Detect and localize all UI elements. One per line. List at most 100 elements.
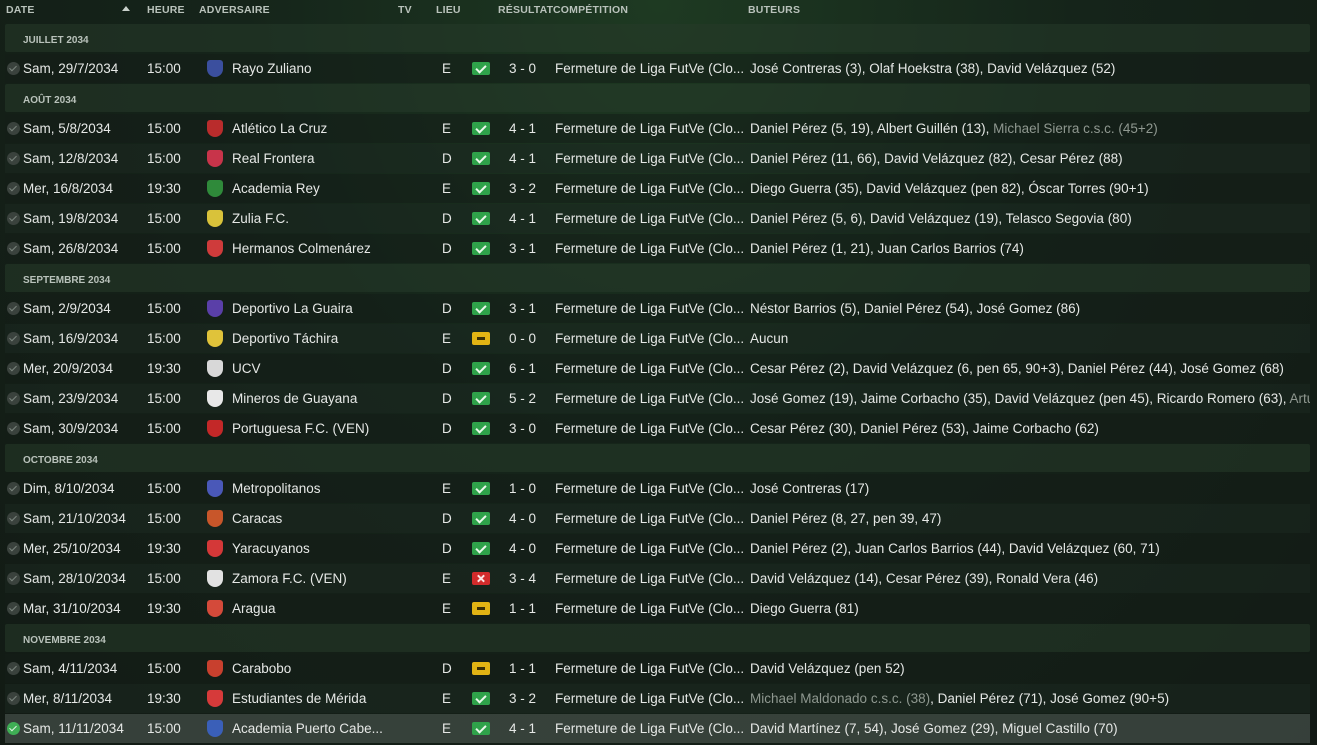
match-score[interactable]: 5 - 2 <box>509 391 536 406</box>
match-time: 15:00 <box>147 331 181 346</box>
match-venue: D <box>442 301 452 316</box>
fixture-row[interactable]: Sam, 2/9/2034 15:00 Deportivo La Guaira D 3 … <box>5 294 1310 323</box>
opponent-name[interactable]: Portuguesa F.C. (VEN) <box>232 421 369 436</box>
fixture-row[interactable]: Sam, 21/10/2034 15:00 Caracas D 4 - 0 Fermetu… <box>5 504 1310 533</box>
competition-name[interactable]: Fermeture de Liga FutVe (Clo... <box>555 151 745 166</box>
competition-name[interactable]: Fermeture de Liga FutVe (Clo... <box>555 331 745 346</box>
fixture-row[interactable]: Mer, 16/8/2034 19:30 Academia Rey E 3 - 2 Fer… <box>5 174 1310 203</box>
scorers-text: José Contreras (17) <box>750 481 870 496</box>
opponent-name[interactable]: Deportivo La Guaira <box>232 301 353 316</box>
opponent-name[interactable]: Rayo Zuliano <box>232 61 312 76</box>
scorers-text: Néstor Barrios (5), Daniel Pérez (54), J… <box>750 301 1081 316</box>
opponent-name[interactable]: Caracas <box>232 511 282 526</box>
fixture-row[interactable]: Sam, 23/9/2034 15:00 Mineros de Guayana D 5 … <box>5 384 1310 413</box>
column-header-opponent[interactable]: ADVERSAIRE <box>199 4 270 16</box>
competition-name[interactable]: Fermeture de Liga FutVe (Clo... <box>555 121 745 136</box>
opponent-name[interactable]: Metropolitanos <box>232 481 321 496</box>
competition-name[interactable]: Fermeture de Liga FutVe (Clo... <box>555 481 745 496</box>
match-score[interactable]: 1 - 1 <box>509 601 536 616</box>
match-score[interactable]: 3 - 0 <box>509 61 536 76</box>
opponent-name[interactable]: UCV <box>232 361 261 376</box>
goal-scorers: David Velázquez (pen 52) <box>750 661 905 676</box>
match-date: Mer, 25/10/2034 <box>23 541 121 556</box>
fixture-row[interactable]: Sam, 29/7/2034 15:00 Rayo Zuliano E 3 - 0 Fer… <box>5 54 1310 83</box>
opponent-name[interactable]: Aragua <box>232 601 276 616</box>
opponent-name[interactable]: Deportivo Táchira <box>232 331 338 346</box>
match-score[interactable]: 3 - 1 <box>509 241 536 256</box>
opponent-name[interactable]: Zamora F.C. (VEN) <box>232 571 347 586</box>
match-score[interactable]: 3 - 2 <box>509 181 536 196</box>
opponent-name[interactable]: Atlético La Cruz <box>232 121 327 136</box>
competition-name[interactable]: Fermeture de Liga FutVe (Clo... <box>555 391 745 406</box>
match-score[interactable]: 6 - 1 <box>509 361 536 376</box>
sort-ascending-icon[interactable] <box>122 6 130 11</box>
goal-scorers: Néstor Barrios (5), Daniel Pérez (54), J… <box>750 301 1080 316</box>
competition-name[interactable]: Fermeture de Liga FutVe (Clo... <box>555 181 745 196</box>
fixture-row[interactable]: Sam, 16/9/2034 15:00 Deportivo Táchira E 0 -… <box>5 324 1310 353</box>
competition-name[interactable]: Fermeture de Liga FutVe (Clo... <box>555 511 745 526</box>
fixture-row[interactable]: Sam, 4/11/2034 15:00 Carabobo D 1 - 1 Fermetu… <box>5 654 1310 683</box>
scorers-text: Cesar Pérez (30), Daniel Pérez (53), Jai… <box>750 421 1099 436</box>
match-score[interactable]: 0 - 0 <box>509 331 536 346</box>
result-win-icon <box>472 212 490 225</box>
match-score[interactable]: 4 - 1 <box>509 211 536 226</box>
competition-name[interactable]: Fermeture de Liga FutVe (Clo... <box>555 301 745 316</box>
column-header-tv[interactable]: TV <box>398 4 412 16</box>
competition-name[interactable]: Fermeture de Liga FutVe (Clo... <box>555 691 745 706</box>
competition-name[interactable]: Fermeture de Liga FutVe (Clo... <box>555 541 745 556</box>
match-score[interactable]: 1 - 0 <box>509 481 536 496</box>
fixture-row[interactable]: Sam, 30/9/2034 15:00 Portuguesa F.C. (VEN)… <box>5 414 1310 443</box>
match-score[interactable]: 3 - 2 <box>509 691 536 706</box>
fixture-row[interactable]: Sam, 11/11/2034 15:00 Academia Puerto Cabe… <box>5 714 1310 743</box>
competition-name[interactable]: Fermeture de Liga FutVe (Clo... <box>555 571 745 586</box>
column-header-competition[interactable]: COMPÉTITION <box>553 4 628 16</box>
column-header-venue[interactable]: LIEU <box>436 4 461 16</box>
match-score[interactable]: 4 - 1 <box>509 121 536 136</box>
opponent-name[interactable]: Academia Puerto Cabe... <box>232 721 383 736</box>
fixture-row[interactable]: Sam, 28/10/2034 15:00 Zamora F.C. (VEN) E 3 … <box>5 564 1310 593</box>
fixture-row[interactable]: Sam, 5/8/2034 15:00 Atlético La Cruz E 4 - 1… <box>5 114 1310 143</box>
match-score[interactable]: 4 - 0 <box>509 511 536 526</box>
match-score[interactable]: 3 - 4 <box>509 571 536 586</box>
match-score[interactable]: 4 - 0 <box>509 541 536 556</box>
goal-scorers: David Martínez (7, 54), José Gomez (29),… <box>750 721 1118 736</box>
column-header-result[interactable]: RÉSULTAT <box>498 4 553 16</box>
match-venue: D <box>442 511 452 526</box>
fixture-row[interactable]: Mer, 25/10/2034 19:30 Yaracuyanos D 4 - 0 Fer… <box>5 534 1310 563</box>
fixture-row[interactable]: Sam, 19/8/2034 15:00 Zulia F.C. D 4 - 1 Ferme… <box>5 204 1310 233</box>
opponent-name[interactable]: Yaracuyanos <box>232 541 310 556</box>
competition-name[interactable]: Fermeture de Liga FutVe (Clo... <box>555 721 745 736</box>
match-score[interactable]: 3 - 1 <box>509 301 536 316</box>
match-status-check-icon <box>7 62 20 75</box>
match-score[interactable]: 1 - 1 <box>509 661 536 676</box>
competition-name[interactable]: Fermeture de Liga FutVe (Clo... <box>555 61 745 76</box>
competition-name[interactable]: Fermeture de Liga FutVe (Clo... <box>555 241 745 256</box>
fixture-row[interactable]: Mer, 8/11/2034 19:30 Estudiantes de Mérida… <box>5 684 1310 713</box>
fixture-row[interactable]: Sam, 12/8/2034 15:00 Real Frontera D 4 - 1 Fe… <box>5 144 1310 173</box>
match-score[interactable]: 4 - 1 <box>509 721 536 736</box>
scorers-text-after: , Daniel Pérez (71), José Gomez (90+5) <box>930 691 1170 706</box>
competition-name[interactable]: Fermeture de Liga FutVe (Clo... <box>555 601 745 616</box>
opponent-name[interactable]: Hermanos Colmenárez <box>232 241 371 256</box>
opponent-name[interactable]: Zulia F.C. <box>232 211 289 226</box>
opponent-name[interactable]: Academia Rey <box>232 181 320 196</box>
column-header-time[interactable]: HEURE <box>147 4 185 16</box>
fixture-row[interactable]: Mer, 20/9/2034 19:30 UCV D 6 - 1 Fermeture de… <box>5 354 1310 383</box>
column-header-scorers[interactable]: BUTEURS <box>748 4 800 16</box>
match-score[interactable]: 4 - 1 <box>509 151 536 166</box>
fixture-row[interactable]: Mar, 31/10/2034 19:30 Aragua E 1 - 1 Fermetur… <box>5 594 1310 623</box>
opponent-name[interactable]: Carabobo <box>232 661 291 676</box>
month-group-header: AOÛT 2034 <box>5 84 1310 112</box>
competition-name[interactable]: Fermeture de Liga FutVe (Clo... <box>555 661 745 676</box>
opponent-name[interactable]: Mineros de Guayana <box>232 391 357 406</box>
competition-name[interactable]: Fermeture de Liga FutVe (Clo... <box>555 421 745 436</box>
column-header-date[interactable]: DATE <box>6 4 35 16</box>
match-time: 15:00 <box>147 151 181 166</box>
fixture-row[interactable]: Dim, 8/10/2034 15:00 Metropolitanos E 1 - 0 F… <box>5 474 1310 503</box>
fixture-row[interactable]: Sam, 26/8/2034 15:00 Hermanos Colmenárez D 3… <box>5 234 1310 263</box>
match-score[interactable]: 3 - 0 <box>509 421 536 436</box>
competition-name[interactable]: Fermeture de Liga FutVe (Clo... <box>555 211 745 226</box>
opponent-name[interactable]: Estudiantes de Mérida <box>232 691 366 706</box>
opponent-name[interactable]: Real Frontera <box>232 151 315 166</box>
competition-name[interactable]: Fermeture de Liga FutVe (Clo... <box>555 361 745 376</box>
